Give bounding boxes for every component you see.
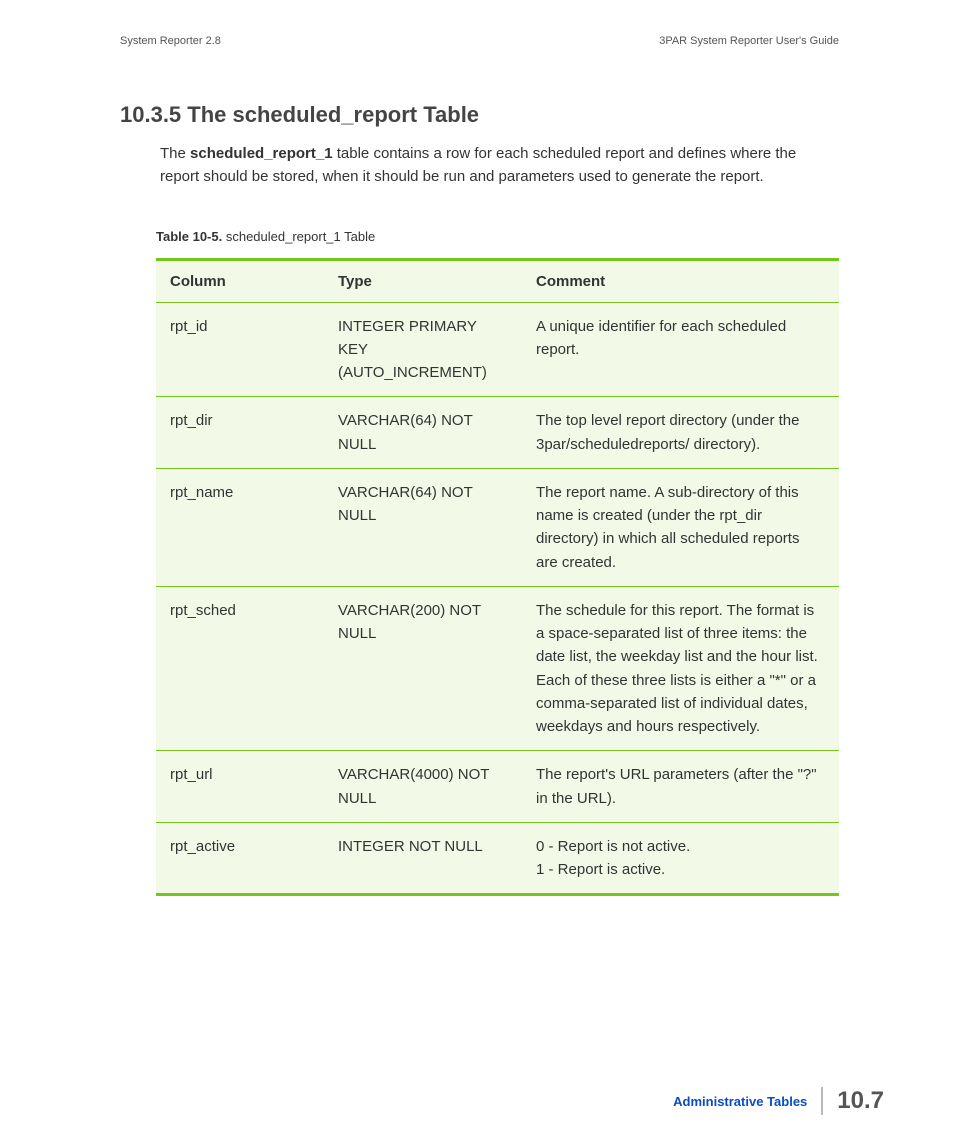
section-intro: The scheduled_report_1 table contains a …: [160, 142, 839, 189]
table-row: rpt_nameVARCHAR(64) NOT NULLThe report n…: [156, 468, 839, 586]
section-title: 10.3.5 The scheduled_report Table: [120, 102, 839, 128]
page-footer: Administrative Tables 10.7: [673, 1087, 884, 1115]
intro-bold: scheduled_report_1: [190, 145, 333, 162]
table-cell: The report's URL parameters (after the "…: [522, 751, 839, 823]
table-cell: rpt_active: [156, 822, 324, 895]
header-right: 3PAR System Reporter User's Guide: [659, 35, 839, 47]
table-cell: A unique identifier for each scheduled r…: [522, 302, 839, 397]
table-header-type: Type: [324, 259, 522, 302]
table-row: rpt_activeINTEGER NOT NULL0 - Report is …: [156, 822, 839, 895]
table-cell: rpt_url: [156, 751, 324, 823]
table-header-comment: Comment: [522, 259, 839, 302]
table-header-column: Column: [156, 259, 324, 302]
table-caption-bold: Table 10-5.: [156, 229, 222, 244]
table-cell: VARCHAR(64) NOT NULL: [324, 468, 522, 586]
table-row: rpt_schedVARCHAR(200) NOT NULLThe schedu…: [156, 586, 839, 751]
table-row: rpt_dirVARCHAR(64) NOT NULLThe top level…: [156, 397, 839, 469]
table-cell: VARCHAR(4000) NOT NULL: [324, 751, 522, 823]
header-left: System Reporter 2.8: [120, 35, 221, 47]
table-row: rpt_idINTEGER PRIMARY KEY (AUTO_INCREMEN…: [156, 302, 839, 397]
table-cell: rpt_id: [156, 302, 324, 397]
table-cell: The top level report directory (under th…: [522, 397, 839, 469]
footer-divider: [821, 1087, 823, 1115]
table-cell: rpt_name: [156, 468, 324, 586]
table-cell: The report name. A sub-directory of this…: [522, 468, 839, 586]
footer-page-number: 10.7: [837, 1087, 884, 1115]
running-header: System Reporter 2.8 3PAR System Reporter…: [120, 35, 839, 47]
table-row: rpt_urlVARCHAR(4000) NOT NULLThe report'…: [156, 751, 839, 823]
table-caption: Table 10-5. scheduled_report_1 Table: [156, 229, 839, 244]
table-caption-rest: scheduled_report_1 Table: [222, 229, 375, 244]
table-cell: VARCHAR(64) NOT NULL: [324, 397, 522, 469]
table-header-row: Column Type Comment: [156, 259, 839, 302]
table-cell: 0 - Report is not active. 1 - Report is …: [522, 822, 839, 895]
table-cell: The schedule for this report. The format…: [522, 586, 839, 751]
intro-pre: The: [160, 145, 190, 162]
table-cell: rpt_sched: [156, 586, 324, 751]
table-cell: VARCHAR(200) NOT NULL: [324, 586, 522, 751]
table-cell: rpt_dir: [156, 397, 324, 469]
table-cell: INTEGER PRIMARY KEY (AUTO_INCREMENT): [324, 302, 522, 397]
table-cell: INTEGER NOT NULL: [324, 822, 522, 895]
scheduled-report-table: Column Type Comment rpt_idINTEGER PRIMAR…: [156, 258, 839, 897]
footer-section: Administrative Tables: [673, 1094, 807, 1109]
